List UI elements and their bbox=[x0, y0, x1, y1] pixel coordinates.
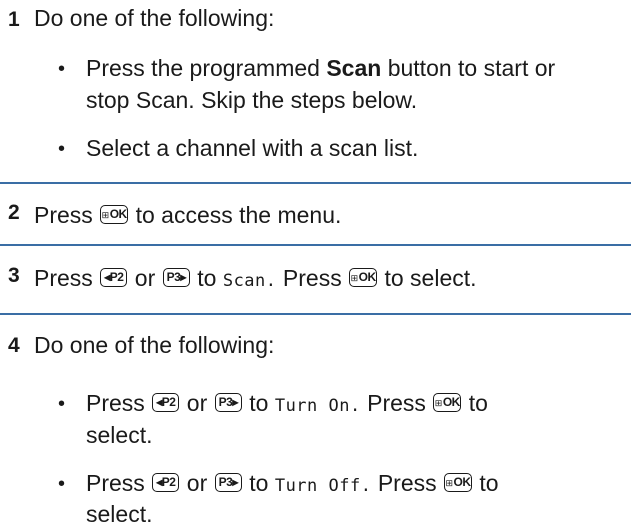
step-text: Press ◂P2 or P3▸ to Scan. Press ⊞OK to s… bbox=[34, 265, 477, 291]
ok-key-icon: ⊞OK bbox=[444, 473, 473, 493]
step-text: Do one of the following: bbox=[34, 332, 275, 358]
p2-key-icon: ◂P2 bbox=[100, 268, 128, 288]
step-divider bbox=[0, 182, 631, 184]
step-divider bbox=[0, 244, 631, 246]
bullet-text: Press ◂P2 or P3▸ to Turn Off. Press ⊞OK … bbox=[86, 470, 499, 496]
p2-key-icon: ◂P2 bbox=[152, 393, 180, 413]
p2-key-icon: ◂P2 bbox=[152, 473, 180, 493]
ok-key-icon: ⊞OK bbox=[100, 205, 129, 225]
bullet-text-line2: stop Scan. Skip the steps below. bbox=[86, 87, 418, 113]
step-text: Press ⊞OK to access the menu. bbox=[34, 202, 342, 228]
ok-key-icon: ⊞OK bbox=[349, 268, 378, 288]
bullet-text-line2: select. bbox=[86, 422, 153, 448]
bullet-text: Press the programmed Scan button to star… bbox=[86, 55, 556, 81]
ok-key-icon: ⊞OK bbox=[433, 393, 462, 413]
bullet-text: Select a channel with a scan list. bbox=[86, 135, 419, 161]
menu-item-turn-on: Turn On. bbox=[274, 396, 361, 416]
menu-item-scan: Scan. bbox=[222, 271, 277, 291]
step-number: 1 bbox=[8, 8, 20, 31]
step-number: 3 bbox=[8, 264, 20, 287]
menu-item-turn-off: Turn Off. bbox=[274, 476, 372, 496]
bullet: • bbox=[58, 393, 66, 415]
p3-key-icon: P3▸ bbox=[214, 473, 242, 493]
step-number: 2 bbox=[8, 201, 20, 224]
bullet: • bbox=[58, 138, 66, 160]
scan-label: Scan bbox=[326, 55, 382, 81]
p3-key-icon: P3▸ bbox=[162, 268, 190, 288]
step-number: 4 bbox=[8, 334, 20, 357]
bullet: • bbox=[58, 58, 66, 80]
bullet-text-line2: select. bbox=[86, 501, 153, 527]
step-text: Do one of the following: bbox=[34, 5, 275, 31]
bullet: • bbox=[58, 473, 66, 495]
bullet-text: Press ◂P2 or P3▸ to Turn On. Press ⊞OK t… bbox=[86, 390, 488, 416]
step-divider bbox=[0, 313, 631, 315]
p3-key-icon: P3▸ bbox=[214, 393, 242, 413]
